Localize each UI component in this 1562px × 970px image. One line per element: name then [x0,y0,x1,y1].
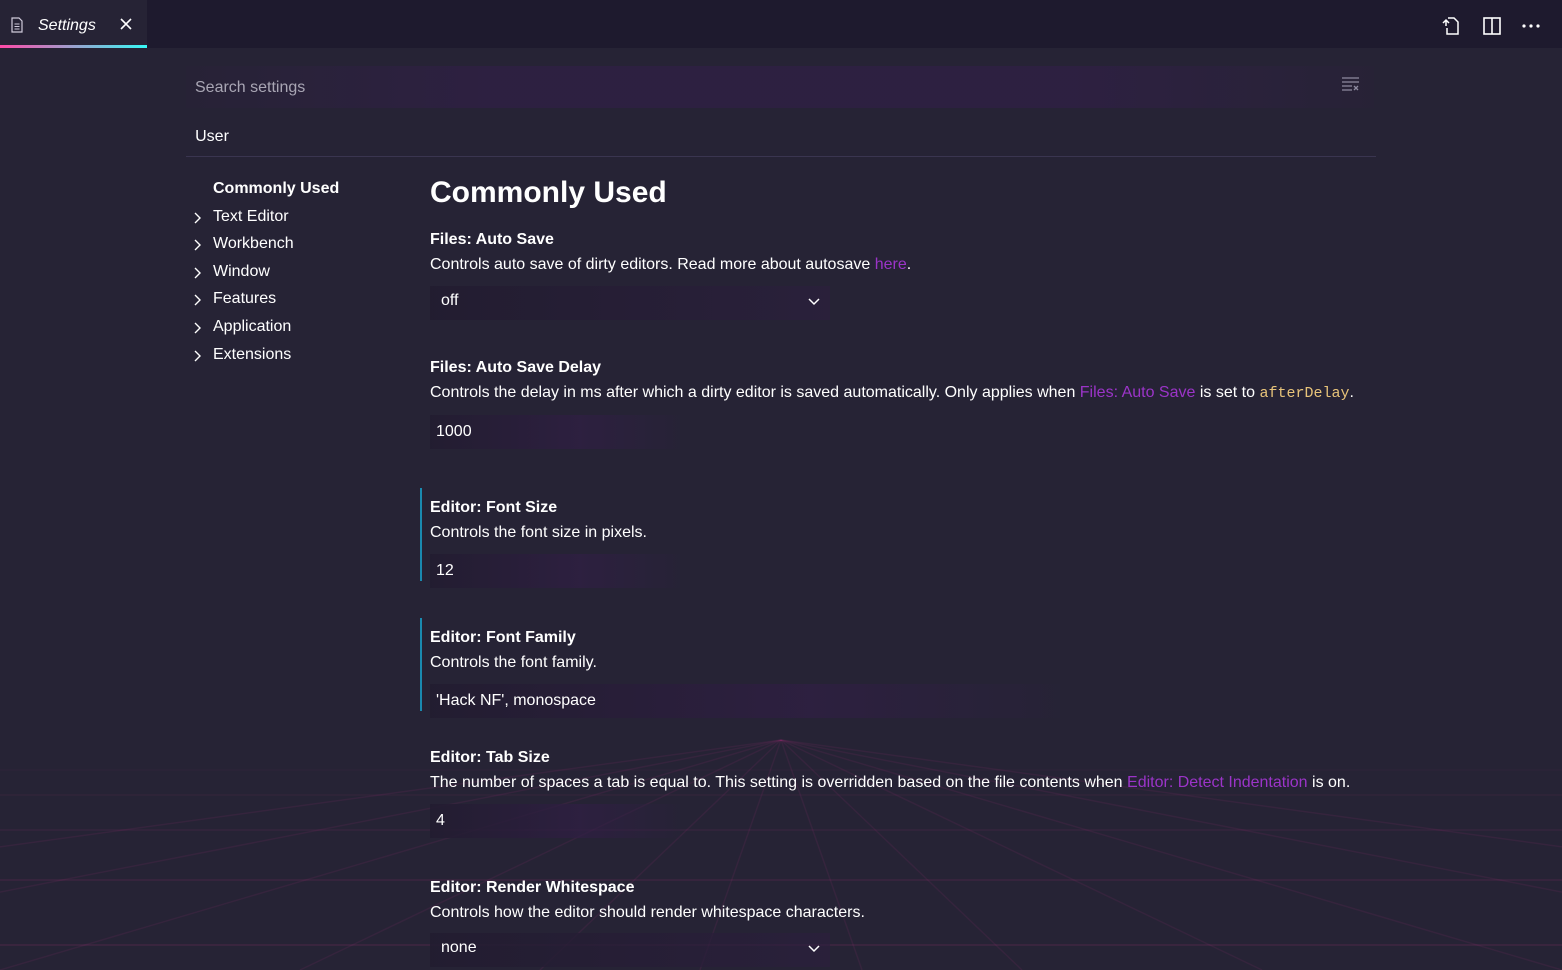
select-value: none [441,939,477,956]
font-size-input[interactable] [430,554,680,588]
chevron-down-icon [807,295,821,314]
search-settings-input[interactable] [193,66,1327,110]
setting-files-auto-save-delay: Files: Auto Save Delay Controls the dela… [420,357,1380,449]
file-icon [10,17,24,38]
setting-description: Controls auto save of dirty editors. Rea… [430,254,1380,276]
toc-item-label: Commonly Used [213,180,340,197]
setting-title: Editor: Render Whitespace [430,879,635,896]
setting-editor-render-whitespace: Editor: Render Whitespace Controls how t… [420,877,1380,967]
search-settings-box [186,66,1374,110]
toc-item-label: Text Editor [213,207,289,225]
toc-item-application[interactable]: Application [190,316,339,344]
tab-user-settings[interactable]: User [186,125,238,157]
chevron-right-icon [192,292,204,314]
code-value: afterDelay [1259,385,1350,402]
tabs-divider [186,156,1376,157]
chevron-right-icon [192,210,204,232]
font-family-input[interactable] [430,684,1060,718]
toc-item-features[interactable]: Features [190,288,339,316]
toc-item-commonly-used[interactable]: Commonly Used [190,178,339,206]
setting-description: Controls how the editor should render wh… [430,904,865,921]
setting-editor-tab-size: Editor: Tab Size The number of spaces a … [420,747,1380,838]
close-icon[interactable] [118,16,134,37]
setting-title: Editor: Tab Size [430,749,550,766]
toc-item-label: Window [213,262,270,280]
description-text: Controls the delay in ms after which a d… [430,384,1080,401]
chevron-down-icon [807,942,821,961]
toc-item-label: Features [213,290,277,308]
toc-item-extensions[interactable]: Extensions [190,344,339,372]
toc-item-label: Extensions [213,345,292,363]
setting-editor-font-family: Editor: Font Family Controls the font fa… [420,618,1380,718]
tab-size-input[interactable] [430,804,680,838]
detect-indentation-link[interactable]: Editor: Detect Indentation [1127,774,1308,791]
description-text: The number of spaces a tab is equal to. … [430,774,1128,791]
settings-toc: Commonly Used Text Editor Workbench Wind… [190,178,339,371]
description-text: Controls auto save of dirty editors. Rea… [430,256,875,273]
setting-files-auto-save: Files: Auto Save Controls auto save of d… [420,229,1380,320]
setting-description: The number of spaces a tab is equal to. … [430,772,1380,794]
select-value: off [441,292,459,309]
toc-item-workbench[interactable]: Workbench [190,233,339,261]
toc-item-text-editor[interactable]: Text Editor [190,206,339,234]
tab-label: Settings [38,17,96,34]
description-text: is set to [1195,384,1260,401]
description-text: is on. [1307,774,1351,791]
setting-title: Editor: Font Family [430,629,576,646]
toc-item-window[interactable]: Window [190,261,339,289]
files-auto-save-link[interactable]: Files: Auto Save [1080,384,1196,401]
chevron-right-icon [192,320,204,342]
toc-item-label: Application [213,317,292,335]
settings-editor-tab[interactable]: Settings [0,0,147,48]
section-title: Commonly Used [430,176,667,209]
render-whitespace-select[interactable]: none [430,933,830,967]
autosave-docs-link[interactable]: here [875,256,907,273]
chevron-right-icon [192,237,204,259]
setting-title: Files: Auto Save Delay [430,359,602,376]
editor-tab-bar: Settings [0,0,1562,48]
active-tab-indicator [0,45,147,48]
auto-save-select[interactable]: off [430,286,830,320]
open-settings-json-icon[interactable] [1441,16,1461,41]
clear-filter-icon[interactable] [1341,76,1361,97]
more-actions-icon[interactable] [1521,16,1541,41]
toc-item-label: Workbench [213,235,294,253]
setting-title: Files: Auto Save [430,231,554,248]
setting-description: Controls the delay in ms after which a d… [430,382,1380,405]
setting-editor-font-size: Editor: Font Size Controls the font size… [420,488,1380,588]
description-text: . [1349,384,1354,401]
description-text: . [906,256,912,273]
setting-description: Controls the font size in pixels. [430,524,647,541]
setting-title: Editor: Font Size [430,499,558,516]
setting-description: Controls the font family. [430,654,597,671]
chevron-right-icon [192,265,204,287]
chevron-right-icon [192,348,204,370]
auto-save-delay-input[interactable] [430,415,680,449]
split-editor-icon[interactable] [1482,16,1502,41]
